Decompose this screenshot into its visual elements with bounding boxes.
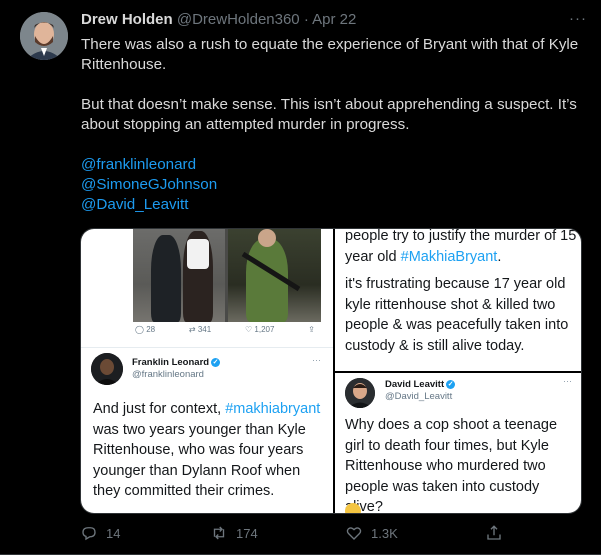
leonard-handle: @franklinleonard <box>132 369 204 380</box>
leavitt-name-text: David Leavitt <box>385 379 445 390</box>
photo-left <box>133 229 225 322</box>
author-name[interactable]: Drew Holden <box>81 11 173 28</box>
embedded-retweet-count: ⇄ 341 <box>189 325 211 334</box>
leavitt-quote-text: Why does a cop shoot a teenage girl to d… <box>345 417 558 514</box>
embedded-retweet-icon: ⇄ <box>188 325 196 334</box>
leonard-name: Franklin Leonard ✓ <box>132 357 221 368</box>
retweet-count: 174 <box>236 525 258 541</box>
leonard-avatar <box>91 353 123 385</box>
embedded-like-count: ♡ 1,207 <box>245 325 274 334</box>
tweet-paragraph-1: There was also a rush to equate the expe… <box>81 36 579 73</box>
leavitt-more-icon: ··· <box>563 376 572 386</box>
mention-list: @franklinleonard @SimoneGJohnson @David_… <box>81 155 581 215</box>
embedded-like-icon: ♡ <box>245 325 253 334</box>
quote-screenshot-johnson[interactable]: people try to justify the murder of 15 y… <box>335 229 581 371</box>
tweet: Drew Holden @DrewHolden360 · Apr 22 ··· … <box>0 0 601 555</box>
hashtag-makhiabryant: #makhiabryant <box>225 401 321 417</box>
quote-screenshot-leonard[interactable]: ◯ 28 ⇄ 341 ♡ 1,207 ⇪ Franklin Leonard ✓ … <box>81 229 333 513</box>
avatar[interactable] <box>20 12 68 60</box>
reply-icon <box>82 527 96 541</box>
author-handle[interactable]: @DrewHolden360 <box>177 11 300 28</box>
mention-david-leavitt[interactable]: @David_Leavitt <box>81 195 581 215</box>
leonard-more-icon: ··· <box>312 355 321 365</box>
tweet-paragraph-2: But that doesn’t make sense. This isn’t … <box>81 96 577 133</box>
verified-badge-icon: ✓ <box>211 358 221 367</box>
separator: · <box>303 11 309 28</box>
johnson-quote-text-1: people try to justify the murder of 15 y… <box>345 229 577 267</box>
verified-badge-icon: ✓ <box>446 380 456 389</box>
leavitt-name: David Leavitt ✓ <box>385 379 456 390</box>
like-icon <box>346 527 362 540</box>
embedded-share-icon: ⇪ <box>308 325 315 334</box>
embedded-reply-count: ◯ 28 <box>135 325 155 334</box>
share-button[interactable] <box>485 524 503 542</box>
leonard-quote-text: And just for context, #makhiabryant was … <box>93 399 325 502</box>
retweet-button[interactable]: 174 <box>210 524 258 542</box>
tweet-date[interactable]: Apr 22 <box>312 11 356 28</box>
avatar-photo <box>20 12 68 60</box>
tweet-header: Drew Holden @DrewHolden360 · Apr 22 <box>81 11 581 28</box>
mention-simonegjohnson[interactable]: @SimoneGJohnson <box>81 175 581 195</box>
reply-button[interactable]: 14 <box>80 524 120 542</box>
mention-franklinleonard[interactable]: @franklinleonard <box>81 155 581 175</box>
embedded-photo <box>133 229 321 322</box>
embedded-retweets: 341 <box>197 325 212 334</box>
leonard-text-after: was two years younger than Kyle Rittenho… <box>93 421 306 500</box>
leonard-text-before: And just for context, <box>93 401 226 417</box>
embedded-likes: 1,207 <box>254 325 275 334</box>
media-grid[interactable]: ◯ 28 ⇄ 341 ♡ 1,207 ⇪ Franklin Leonard ✓ … <box>80 228 582 514</box>
johnson-quote-text-2: it's frustrating because 17 year old kyl… <box>345 276 569 354</box>
hashtag-MakhiaBryant: #MakhiaBryant <box>400 248 498 265</box>
embedded-action-bar: ◯ 28 ⇄ 341 ♡ 1,207 ⇪ <box>135 325 315 334</box>
quote-screenshot-leavitt[interactable]: David Leavitt ✓ @David_Leavitt ··· Why do… <box>335 373 581 514</box>
emoji-icon <box>345 503 361 513</box>
divider <box>81 347 333 348</box>
leavitt-handle: @David_Leavitt <box>385 391 453 402</box>
embedded-replies: 28 <box>146 325 156 334</box>
leonard-name-text: Franklin Leonard <box>132 357 210 368</box>
retweet-icon <box>213 526 225 540</box>
photo-right <box>228 229 321 322</box>
reply-count: 14 <box>106 525 121 541</box>
more-options-button[interactable]: ··· <box>569 10 587 27</box>
leavitt-avatar <box>345 378 375 408</box>
embedded-reply-icon: ◯ <box>135 325 144 334</box>
like-button[interactable]: 1.3K <box>345 524 398 542</box>
tweet-body: There was also a rush to equate the expe… <box>81 35 581 215</box>
johnson-text-after: . <box>497 248 502 265</box>
tweet-action-bar: 14 174 1.3K <box>80 524 510 546</box>
like-count: 1.3K <box>371 525 398 541</box>
share-icon <box>487 525 501 540</box>
